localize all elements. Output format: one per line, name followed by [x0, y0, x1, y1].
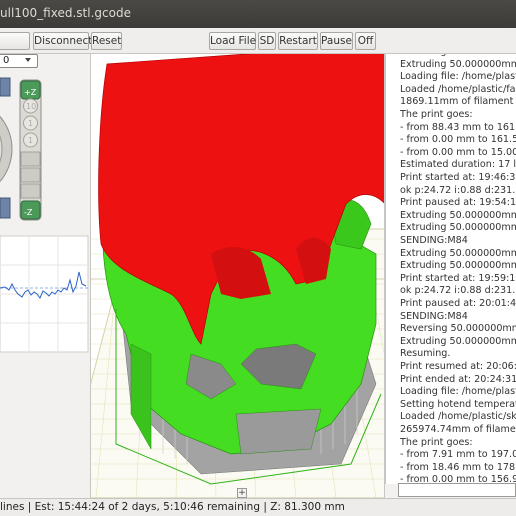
log-line: Extruding 50.000000mm o	[400, 260, 516, 272]
log-line: Extruding 50.000000mm o	[400, 247, 516, 259]
log-line: Print ended at: 20:24:31 ar	[400, 373, 516, 385]
z-step-label-0: 1	[28, 136, 33, 145]
log-line: SENDING:M84	[400, 310, 468, 322]
log-line: The print goes:	[400, 109, 473, 120]
z-down-label: -Z	[24, 208, 33, 217]
console-log[interactable]: Extruding 50.000000mm oExtruding 50.0000…	[385, 54, 516, 484]
log-line: Extruding 50.000000mm o	[400, 58, 516, 70]
log-line: - from 88.43 mm to 161.57	[400, 121, 516, 133]
log-line: Resuming.	[400, 348, 451, 360]
log-line: Reversing 50.000000mm o	[400, 323, 516, 335]
home-y-button[interactable]	[0, 197, 11, 219]
log-line: 1869.11mm of filament us	[400, 96, 516, 108]
status-text: lines | Est: 15:44:24 of 2 days, 5:10:46…	[0, 501, 345, 513]
sd-button[interactable]: SD	[258, 32, 276, 50]
z-jog-column[interactable]	[19, 79, 42, 221]
z-step-label-10: 10	[26, 102, 36, 111]
log-line: ok p:24.72 i:0.88 d:231.10 c	[400, 184, 516, 196]
log-line: Loading file: /home/plastic/fa	[400, 71, 516, 83]
left-control-panel: 0 +Z -Z 10 1 1	[0, 54, 90, 498]
log-line: Print started at: 19:59:19	[400, 272, 516, 284]
log-line: Estimated duration: 17 lay	[400, 159, 516, 171]
status-bar: lines | Est: 15:44:24 of 2 days, 5:10:46…	[0, 498, 516, 516]
log-line: Loaded /home/plastic/far	[400, 83, 516, 95]
jog-controls: +Z -Z 10 1 1	[0, 77, 89, 353]
xy-jog-wheel[interactable]	[0, 99, 13, 199]
off-button[interactable]: Off	[355, 32, 376, 50]
reset-button[interactable]: Reset	[91, 32, 122, 50]
log-line: Print started at: 19:46:37	[400, 172, 516, 183]
load-file-button[interactable]: Load File	[209, 32, 256, 50]
port-combo[interactable]	[0, 32, 30, 50]
log-line: Print paused at: 20:01:48	[400, 298, 516, 309]
viewer-expand-button[interactable]: +	[237, 488, 247, 498]
log-line: ok p:24.72 i:0.88 d:231.10 c	[400, 285, 516, 297]
log-line: SENDING:M84	[400, 235, 468, 246]
window-title: ull100_fixed.stl.gcode	[0, 6, 131, 20]
disconnect-button[interactable]: Disconnect	[33, 32, 92, 50]
log-line: Loaded /home/plastic/ske	[400, 411, 516, 423]
log-line: 265974.74mm of filament	[400, 424, 516, 435]
z-step-label-1: 1	[28, 119, 33, 128]
command-input[interactable]	[398, 483, 516, 497]
pause-button[interactable]: Pause	[320, 32, 353, 50]
log-line: Setting hotend temperatu	[400, 398, 516, 410]
z-up-label: +Z	[24, 88, 37, 97]
log-line: Print paused at: 19:54:14	[400, 197, 516, 209]
home-x-button[interactable]	[0, 77, 11, 97]
temperature-graph	[0, 235, 89, 353]
log-line: - from 0.00 mm to 15.00 m	[400, 146, 516, 158]
log-line: Extruding 50.000000mm o	[400, 209, 516, 221]
toolbar: Disconnect Reset Load File SD Restart Pa…	[0, 28, 516, 54]
viewer-canvas	[91, 54, 385, 498]
log-line: Loading file: /home/plastic/	[400, 386, 516, 398]
log-line: - from 0.00 mm to 161.57 r	[400, 134, 516, 146]
log-line: Extruding 50.000000mm o	[400, 335, 516, 347]
log-line: Print resumed at: 20:06:05	[400, 361, 516, 372]
log-line: The print goes:	[400, 436, 473, 448]
log-line: - from 18.46 mm to 178.67	[400, 461, 516, 473]
window-titlebar: ull100_fixed.stl.gcode	[0, 0, 516, 28]
log-line: - from 7.91 mm to 197.02 m	[400, 449, 516, 461]
gcode-3d-viewer[interactable]: +	[91, 54, 385, 498]
restart-button[interactable]: Restart	[278, 32, 318, 50]
log-line: Extruding 50.000000mm o	[400, 222, 516, 234]
